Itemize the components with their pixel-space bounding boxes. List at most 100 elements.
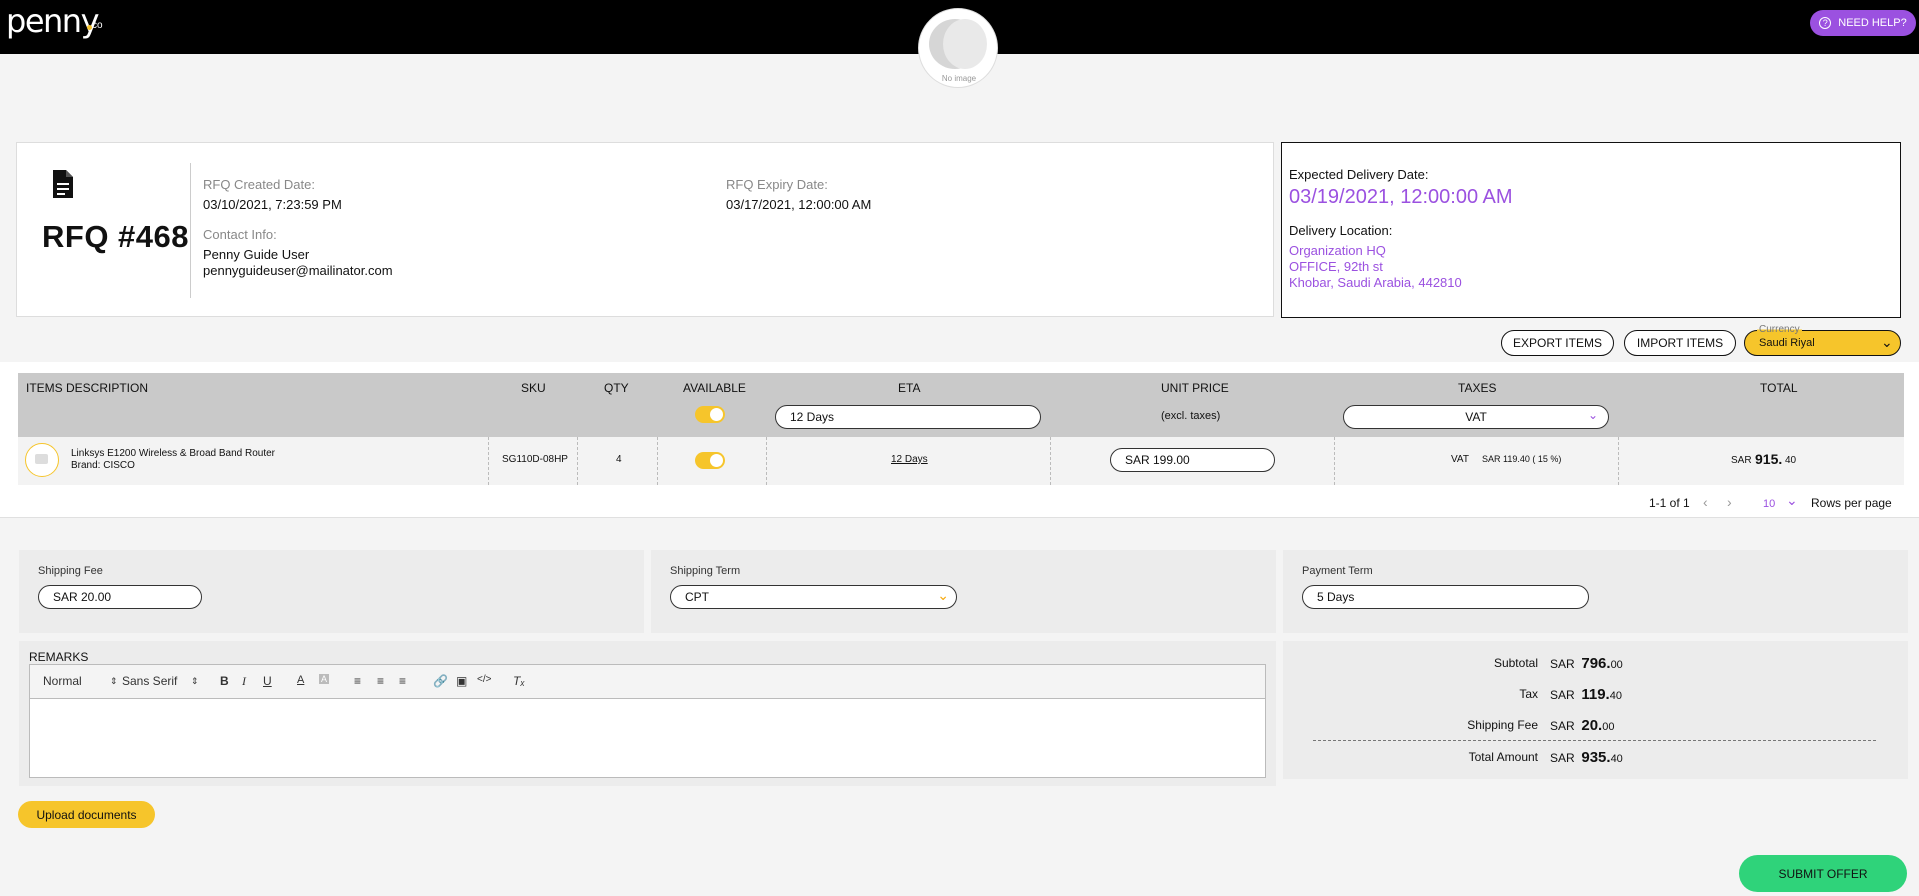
- payment-term-input[interactable]: 5 Days: [1302, 585, 1589, 609]
- unit-price-input[interactable]: SAR 199.00: [1110, 448, 1275, 472]
- question-icon: ?: [1819, 17, 1832, 29]
- shipping-term-value: CPT: [685, 590, 709, 604]
- font-select[interactable]: Sans Serif: [122, 674, 177, 688]
- header-taxes: TAXES: [1458, 381, 1497, 395]
- contact-info-label: Contact Info:: [203, 227, 277, 242]
- product-thumbnail[interactable]: [25, 443, 59, 477]
- unit-price-note: (excl. taxes): [1161, 410, 1221, 422]
- ordered-list-icon[interactable]: ≡: [354, 674, 361, 688]
- export-items-button[interactable]: EXPORT ITEMS: [1501, 330, 1614, 356]
- total-decimal: 40: [1610, 753, 1623, 765]
- tax-decimal: 40: [1609, 690, 1622, 702]
- delivery-location-line: OFFICE, 92th st: [1289, 259, 1383, 274]
- upload-documents-button[interactable]: Upload documents: [18, 801, 155, 828]
- bulk-eta-input[interactable]: 12 Days: [775, 405, 1041, 429]
- avatar[interactable]: No image: [918, 8, 998, 88]
- table-header: ITEMS DESCRIPTION SKU QTY AVAILABLE ETA …: [18, 373, 1904, 437]
- remarks-label: REMARKS: [29, 650, 89, 664]
- contact-name: Penny Guide User: [203, 247, 310, 262]
- import-items-button[interactable]: IMPORT ITEMS: [1624, 330, 1736, 356]
- shipping-term-label: Shipping Term: [670, 565, 741, 577]
- chevron-down-icon: ⌄: [937, 587, 949, 603]
- shipping-fee-section: Shipping Fee SAR 20.00: [19, 550, 644, 633]
- product-brand: Brand: CISCO: [71, 460, 135, 471]
- format-select[interactable]: Normal: [43, 674, 82, 688]
- divider: [190, 163, 191, 298]
- shipping-fee-label: Shipping Fee: [38, 565, 103, 577]
- sku-cell: SG110D-08HP: [502, 454, 568, 465]
- currency-code: SAR: [1550, 657, 1575, 671]
- editor-toolbar: Normal ⇕ Sans Serif ⇕ B I U A A ≡ ≡ ≡ 🔗 …: [30, 665, 1265, 699]
- header-available: AVAILABLE: [683, 381, 746, 395]
- header-qty: QTY: [604, 381, 629, 395]
- shipping-fee-input[interactable]: SAR 20.00: [38, 585, 202, 609]
- italic-icon[interactable]: I: [242, 674, 246, 689]
- payment-term-section: Payment Term 5 Days: [1283, 550, 1908, 633]
- bulk-available-toggle[interactable]: [695, 406, 725, 423]
- subtotal-label: Subtotal: [1493, 656, 1538, 670]
- header-description: ITEMS DESCRIPTION: [26, 381, 149, 395]
- expiry-date-label: RFQ Expiry Date:: [726, 177, 828, 192]
- header-eta: ETA: [898, 381, 921, 395]
- bullet-list-icon[interactable]: ≡: [377, 674, 384, 688]
- delivery-location-line: Organization HQ: [1289, 243, 1386, 258]
- eta-link[interactable]: 12 Days: [891, 454, 928, 465]
- tax-name: VAT: [1451, 454, 1469, 465]
- subtotal-decimal: 00: [1610, 659, 1623, 671]
- qty-cell: 4: [616, 454, 622, 465]
- tax-amount: SAR 119.40 ( 15 %): [1482, 454, 1562, 464]
- available-toggle[interactable]: [695, 452, 725, 469]
- total-decimal: 40: [1785, 455, 1797, 466]
- expiry-date-value: 03/17/2021, 12:00:00 AM: [726, 197, 872, 212]
- shipping-term-section: Shipping Term CPT ⌄: [651, 550, 1276, 633]
- chevron-left-icon[interactable]: ‹: [1703, 494, 1708, 510]
- currency-select[interactable]: Currency Saudi Riyal ⌄: [1744, 324, 1901, 356]
- delivery-location-line: Khobar, Saudi Arabia, 442810: [1289, 275, 1462, 290]
- need-help-button[interactable]: ? NEED HELP?: [1810, 10, 1916, 36]
- created-date-label: RFQ Created Date:: [203, 177, 315, 192]
- remarks-editor[interactable]: Normal ⇕ Sans Serif ⇕ B I U A A ≡ ≡ ≡ 🔗 …: [29, 664, 1266, 778]
- currency-code: SAR: [1550, 688, 1575, 702]
- delivery-card: Expected Delivery Date: 03/19/2021, 12:0…: [1281, 142, 1901, 318]
- align-icon[interactable]: ≡: [399, 674, 406, 688]
- rfq-title: RFQ #468: [42, 219, 190, 254]
- product-name: Linksys E1200 Wireless & Broad Band Rout…: [71, 448, 275, 459]
- chevron-down-icon: ⌄: [1881, 334, 1893, 350]
- chevron-right-icon[interactable]: ›: [1727, 494, 1732, 510]
- total-currency: SAR: [1731, 455, 1752, 466]
- shipping-term-select[interactable]: CPT ⌄: [670, 585, 957, 609]
- chevron-down-icon: ⌄: [1587, 408, 1598, 422]
- delivery-date-label: Expected Delivery Date:: [1289, 167, 1429, 182]
- underline-icon[interactable]: U: [263, 674, 272, 688]
- currency-code: SAR: [1550, 751, 1575, 765]
- image-icon[interactable]: ▣: [456, 674, 467, 688]
- bulk-tax-value: VAT: [1465, 410, 1487, 424]
- shipping-fee-total-value: SAR 20.00: [1550, 717, 1614, 734]
- total-amount-value: SAR 935.40: [1550, 749, 1623, 766]
- header-total: TOTAL: [1760, 381, 1798, 395]
- pagination-range: 1-1 of 1: [1649, 496, 1690, 510]
- code-icon[interactable]: </>: [477, 674, 491, 685]
- created-date-value: 03/10/2021, 7:23:59 PM: [203, 197, 342, 212]
- payment-term-label: Payment Term: [1302, 565, 1373, 577]
- subtotal-value: SAR 796.00: [1550, 655, 1623, 672]
- subtotal-integer: 796.: [1581, 655, 1611, 672]
- chevron-down-icon[interactable]: ⌄: [1786, 492, 1798, 509]
- rows-per-page-value[interactable]: 10: [1763, 498, 1775, 510]
- penny-logo[interactable]: penny: [6, 2, 100, 40]
- background-color-icon[interactable]: A: [319, 674, 330, 684]
- currency-value: Saudi Riyal: [1759, 337, 1815, 349]
- header-unit-price: UNIT PRICE: [1161, 381, 1229, 395]
- text-color-icon[interactable]: A: [297, 674, 304, 686]
- bold-icon[interactable]: B: [220, 674, 229, 688]
- divider: [0, 517, 1919, 518]
- submit-offer-button[interactable]: SUBMIT OFFER: [1739, 855, 1907, 892]
- link-icon[interactable]: 🔗: [433, 674, 448, 688]
- avatar-placeholder-shade: [943, 19, 987, 69]
- bulk-tax-select[interactable]: VAT ⌄: [1343, 405, 1609, 429]
- image-icon: [35, 454, 48, 464]
- delivery-date-value: 03/19/2021, 12:00:00 AM: [1289, 186, 1513, 208]
- shipping-integer: 20.: [1581, 717, 1603, 734]
- tax-value: SAR 119.40: [1550, 686, 1622, 703]
- clear-format-icon[interactable]: Tₓ: [513, 674, 525, 688]
